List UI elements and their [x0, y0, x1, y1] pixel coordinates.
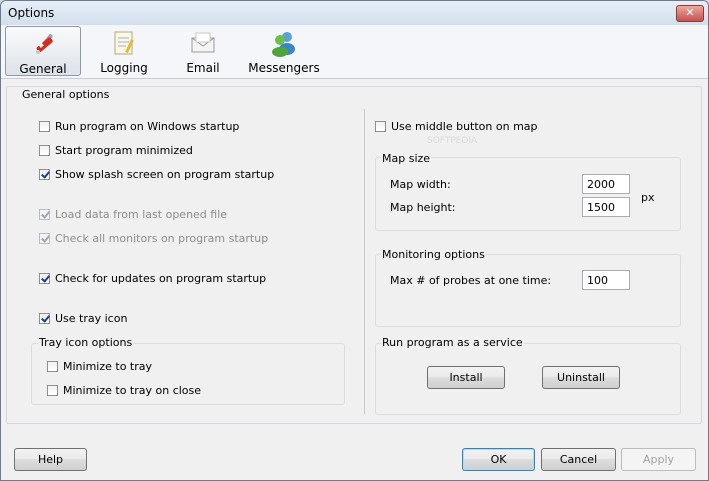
map-size-title: Map size	[381, 152, 432, 165]
window-title: Options	[8, 6, 55, 20]
users-icon	[272, 32, 295, 57]
checkbox-label: Start program minimized	[55, 144, 193, 157]
checkbox-label: Minimize to tray on close	[63, 384, 202, 397]
cancel-button[interactable]: Cancel	[541, 448, 616, 471]
ok-button[interactable]: OK	[462, 448, 535, 471]
tab-general-label: General	[19, 62, 67, 76]
tab-email-label: Email	[186, 61, 220, 75]
tab-messengers-label: Messengers	[248, 61, 320, 75]
checkbox-label: Check for updates on program startup	[55, 272, 267, 285]
checkbox-box[interactable]	[47, 384, 58, 396]
checkbox-box[interactable]	[375, 120, 386, 132]
map-size-unit: px	[641, 191, 655, 204]
checkbox-box[interactable]	[39, 144, 50, 156]
tab-logging[interactable]: Logging	[86, 26, 162, 76]
checkbox-label: Minimize to tray	[63, 360, 153, 373]
notepad-icon	[114, 31, 134, 55]
tray-options-title: Tray icon options	[38, 336, 134, 349]
close-icon: ✕	[685, 6, 695, 19]
start-minimized-checkbox[interactable]: Start program minimized	[39, 144, 193, 158]
load-last-file-checkbox: Load data from last opened file	[39, 208, 227, 222]
checkbox-box[interactable]	[39, 168, 50, 180]
checkbox-box[interactable]	[39, 120, 50, 132]
checkbox-box	[39, 208, 50, 220]
apply-button: Apply	[621, 448, 696, 471]
title-bar[interactable]: Options ✕	[1, 1, 708, 26]
tab-logging-label: Logging	[100, 61, 148, 75]
show-splash-checkbox[interactable]: Show splash screen on program startup	[39, 168, 274, 182]
monitoring-options-group	[375, 254, 681, 327]
max-probes-input[interactable]: 100	[582, 270, 630, 290]
help-button[interactable]: Help	[14, 448, 87, 471]
map-width-input[interactable]: 2000	[582, 174, 630, 194]
checkbox-box[interactable]	[39, 272, 50, 284]
tab-email[interactable]: Email	[165, 26, 241, 76]
checkbox-box[interactable]	[47, 360, 58, 372]
close-button[interactable]: ✕	[676, 5, 704, 22]
map-width-label: Map width:	[390, 178, 451, 191]
general-options-panel: General options Run program on Windows s…	[6, 86, 702, 424]
max-probes-label: Max # of probes at one time:	[390, 274, 552, 287]
checkbox-label: Run program on Windows startup	[55, 120, 240, 133]
tab-toolbar: General Logging Email Messengers	[1, 25, 708, 79]
checkbox-label: Check all monitors on program startup	[55, 232, 269, 245]
map-height-label: Map height:	[390, 201, 456, 214]
column-divider	[364, 109, 365, 414]
general-options-title: General options	[21, 88, 111, 101]
envelope-icon	[191, 32, 215, 53]
checkbox-label: Load data from last opened file	[55, 208, 228, 221]
monitoring-options-title: Monitoring options	[381, 248, 486, 261]
options-dialog: Options ✕ General Logging Email Messenge…	[0, 0, 709, 481]
uninstall-button[interactable]: Uninstall	[542, 366, 620, 389]
check-monitors-checkbox: Check all monitors on program startup	[39, 232, 268, 246]
map-size-group	[375, 157, 681, 231]
tools-icon	[36, 33, 53, 54]
checkbox-box[interactable]	[39, 312, 50, 324]
middle-button-checkbox[interactable]: Use middle button on map	[375, 120, 538, 134]
tab-general[interactable]: General	[5, 26, 81, 76]
run-on-startup-checkbox[interactable]: Run program on Windows startup	[39, 120, 239, 134]
use-tray-checkbox[interactable]: Use tray icon	[39, 312, 127, 326]
checkbox-label: Show splash screen on program startup	[55, 168, 275, 181]
softpedia-watermark: SOFTPEDIA	[427, 136, 478, 146]
install-button[interactable]: Install	[427, 366, 505, 389]
map-height-input[interactable]: 1500	[582, 197, 630, 217]
minimize-on-close-checkbox[interactable]: Minimize to tray on close	[47, 384, 201, 398]
tab-messengers[interactable]: Messengers	[246, 26, 322, 76]
service-group	[375, 343, 681, 415]
service-title: Run program as a service	[381, 336, 524, 349]
checkbox-label: Use middle button on map	[391, 120, 538, 133]
check-updates-checkbox[interactable]: Check for updates on program startup	[39, 272, 266, 286]
minimize-to-tray-checkbox[interactable]: Minimize to tray	[47, 360, 152, 374]
checkbox-label: Use tray icon	[55, 312, 128, 325]
checkbox-box	[39, 232, 50, 244]
